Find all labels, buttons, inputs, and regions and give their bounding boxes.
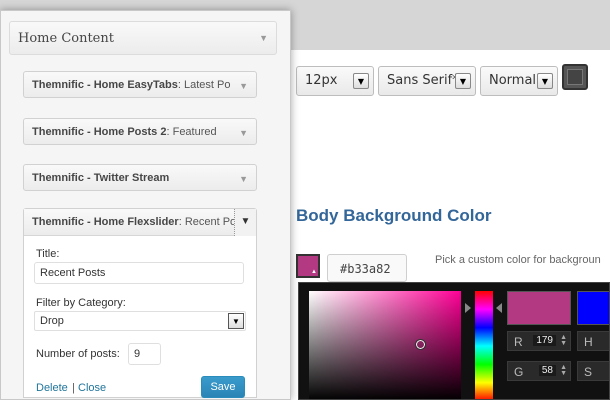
widget-name: Themnific - Home Flexslider [32, 216, 179, 228]
widget-flexslider: Themnific - Home Flexslider: Recent Po ▼… [23, 208, 257, 398]
new-color-preview [507, 291, 571, 325]
hue-label: H [584, 335, 593, 349]
chevron-down-icon[interactable]: ▼ [259, 33, 268, 43]
red-label: R [514, 335, 523, 349]
spinner-icon: ▲ ▼ [560, 364, 567, 377]
widget-area-title: Home Content [18, 31, 114, 46]
red-value: 179 [533, 335, 556, 346]
chevron-down-icon: ▼ [455, 73, 471, 89]
widget-subtitle: : Recent Po [178, 216, 237, 228]
widget-name: Themnific - Home Posts 2 [32, 126, 167, 138]
chevron-down-icon[interactable]: ▼ [239, 128, 248, 138]
red-field[interactable]: R 179 ▲ ▼ [507, 331, 571, 351]
help-text: Pick a custom color for backgroun [435, 254, 601, 266]
font-family-value: Sans Serif* [387, 73, 459, 88]
widget-name: Themnific - Twitter Stream [32, 172, 170, 184]
green-field[interactable]: G 58 ▲ ▼ [507, 361, 571, 381]
delete-link[interactable]: Delete [36, 382, 68, 394]
widget-area-header[interactable]: Home Content ▼ [9, 21, 277, 55]
widget-home-posts[interactable]: Themnific - Home Posts 2: Featured ▼ [23, 118, 257, 145]
widget-area-panel: Home Content ▼ Themnific - Home EasyTabs… [0, 10, 291, 400]
green-label: G [514, 365, 524, 379]
font-size-select[interactable]: 12px ▼ [296, 66, 374, 96]
hue-field[interactable]: H [577, 331, 609, 351]
category-select[interactable]: Drop ▼ [34, 311, 246, 331]
hue-arrow-left-icon [465, 303, 471, 313]
color-picker: R 179 ▲ ▼ H G 58 ▲ ▼ S [298, 282, 610, 400]
widget-subtitle: : Featured [166, 126, 217, 138]
chevron-down-icon[interactable]: ▼ [234, 209, 256, 236]
font-family-select[interactable]: Sans Serif* ▼ [378, 66, 476, 96]
section-title: Body Background Color [296, 206, 492, 225]
saturation-value-area[interactable] [309, 291, 461, 399]
category-value: Drop [40, 315, 64, 327]
widget-name: Themnific - Home EasyTabs [32, 79, 178, 91]
chevron-down-icon: ▼ [537, 73, 553, 89]
font-color-swatch[interactable] [562, 64, 588, 90]
font-weight-select[interactable]: Normal ▼ [480, 66, 558, 96]
save-button[interactable]: Save [201, 376, 245, 398]
link-separator: | [72, 382, 75, 394]
current-color-preview [577, 291, 609, 325]
filter-label: Filter by Category: [36, 297, 126, 309]
close-link[interactable]: Close [78, 382, 106, 394]
widget-flexslider-header[interactable]: Themnific - Home Flexslider: Recent Po [24, 209, 256, 236]
widget-easytabs[interactable]: Themnific - Home EasyTabs: Latest Po ▼ [23, 71, 257, 98]
title-input[interactable]: Recent Posts [34, 262, 244, 284]
saturation-field[interactable]: S [577, 361, 609, 381]
hue-slider[interactable] [475, 291, 493, 399]
hex-color-input[interactable]: #b33a82 [327, 254, 407, 282]
spinner-icon: ▲ ▼ [560, 334, 567, 347]
chevron-down-icon: ▼ [353, 73, 369, 89]
title-label: Title: [36, 248, 60, 260]
font-size-value: 12px [305, 73, 338, 88]
posts-count-label: Number of posts: [36, 348, 120, 360]
chevron-down-icon[interactable]: ▼ [239, 81, 248, 91]
saturation-label: S [584, 365, 593, 379]
chevron-down-icon: ▼ [228, 313, 244, 329]
font-weight-value: Normal [489, 73, 537, 88]
triangle-icon: ▲ [311, 269, 317, 275]
widget-subtitle: : Latest Po [177, 79, 231, 91]
hue-arrow-right-icon [496, 303, 502, 313]
color-cursor[interactable] [415, 339, 426, 350]
green-value: 58 [538, 365, 556, 376]
posts-count-input[interactable]: 9 [128, 343, 161, 365]
widget-twitter-stream[interactable]: Themnific - Twitter Stream ▼ [23, 164, 257, 191]
chevron-down-icon[interactable]: ▼ [239, 174, 248, 184]
color-swatch-button[interactable]: ▲ [296, 254, 320, 278]
